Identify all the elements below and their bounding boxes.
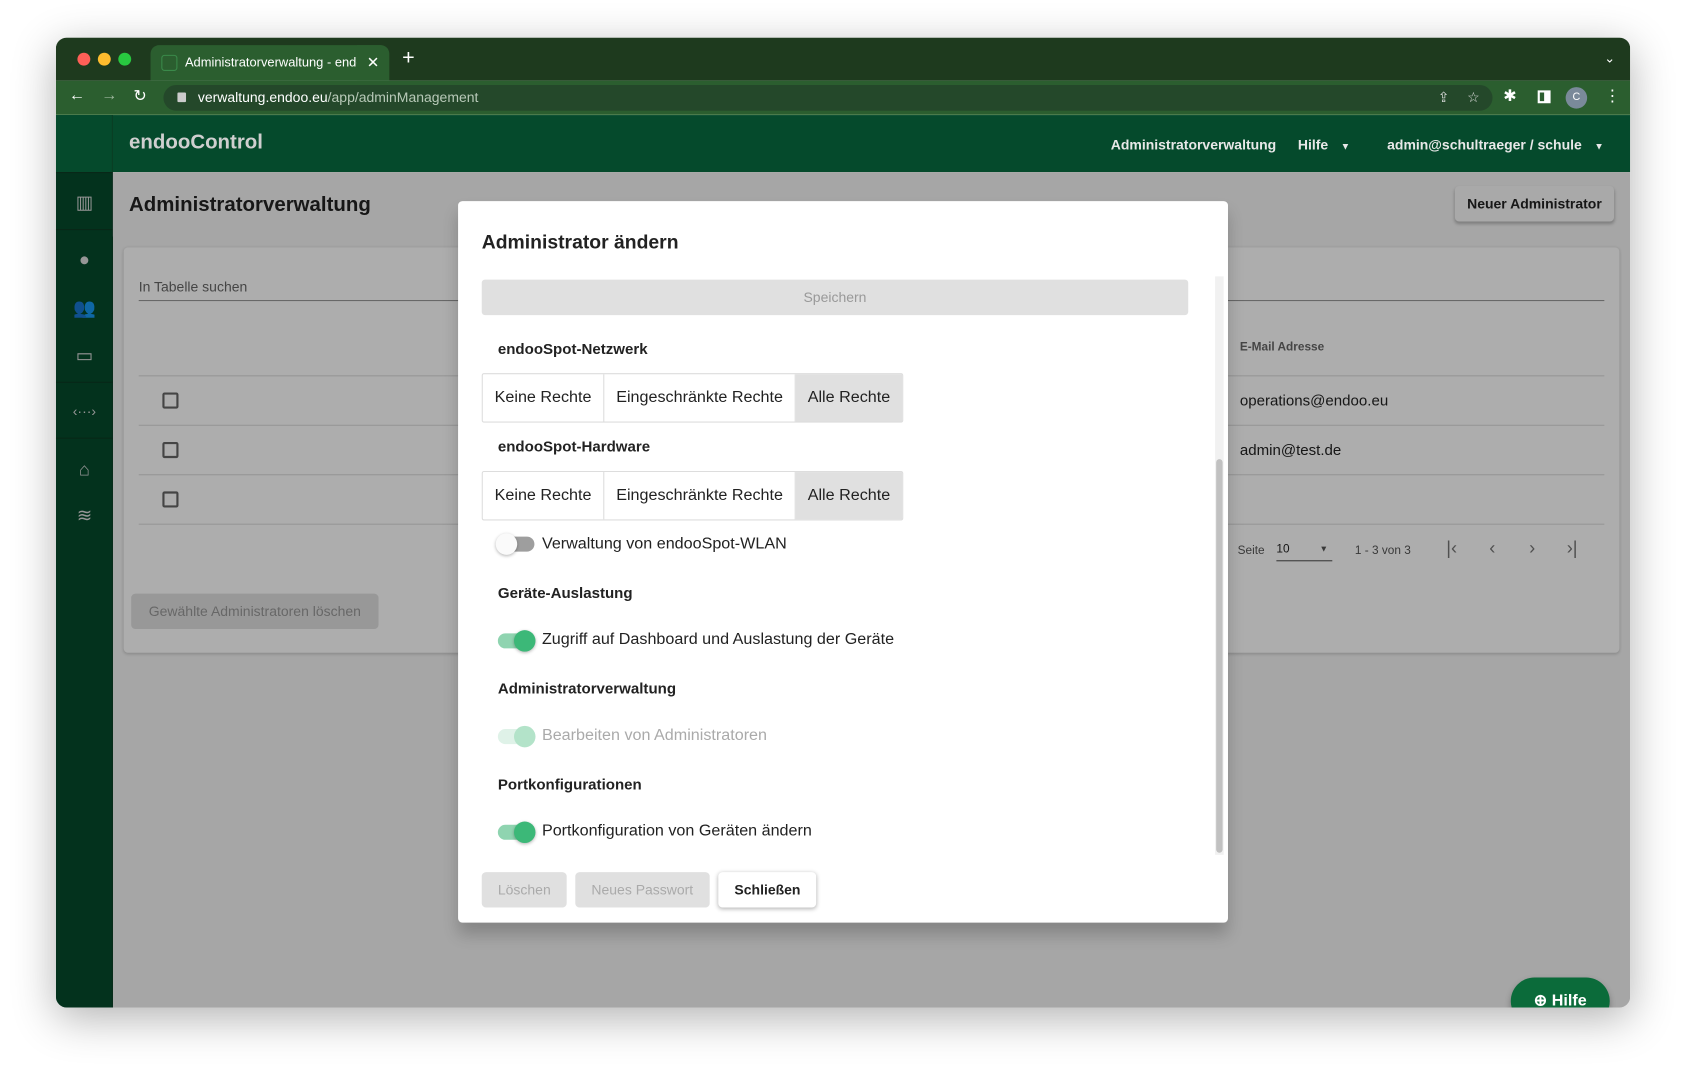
lock-icon (177, 92, 187, 103)
new-tab-button[interactable]: + (402, 46, 415, 71)
share-icon[interactable]: ⇪ (1438, 85, 1450, 111)
wlan-toggle[interactable] (495, 533, 535, 555)
nav-help-menu[interactable]: Hilfe ▼ (1298, 137, 1350, 153)
section-title-hardware: endooSpot-Hardware (497, 437, 651, 455)
network-no-rights-option[interactable]: Keine Rechte (483, 374, 605, 422)
minimize-window-button[interactable] (97, 52, 111, 66)
browser-toolbar: ← → ↻ verwaltung.endoo.eu/app/adminManag… (55, 80, 1631, 116)
help-fab-button[interactable]: ⊕ Hilfe (1510, 977, 1610, 1008)
profile-avatar[interactable]: C (1565, 87, 1588, 109)
lifebuoy-icon: ⊕ (1533, 991, 1548, 1008)
url-path: /app/adminManagement (327, 89, 479, 106)
admins-toggle-label: Bearbeiten von Administratoren (541, 725, 768, 745)
nav-help-label: Hilfe (1297, 136, 1329, 153)
tab-list-chevron-icon[interactable]: ⌄ (1604, 51, 1615, 66)
delete-admin-button[interactable]: Löschen (481, 872, 567, 908)
help-fab-label: Hilfe (1551, 991, 1587, 1008)
chevron-down-icon: ▼ (1594, 140, 1604, 152)
hardware-limited-rights-option[interactable]: Eingeschränkte Rechte (604, 472, 796, 520)
hardware-no-rights-option[interactable]: Keine Rechte (483, 472, 605, 520)
edit-admin-dialog: Administrator ändern Speichern endooSpot… (458, 201, 1228, 923)
section-title-admins: Administratorverwaltung (497, 679, 677, 697)
network-limited-rights-option[interactable]: Eingeschränkte Rechte (604, 374, 796, 422)
new-password-button[interactable]: Neues Passwort (575, 872, 710, 908)
section-title-ports: Portkonfigurationen (497, 775, 642, 793)
devices-toggle-label: Zugriff auf Dashboard und Auslastung der… (541, 630, 895, 649)
browser-menu-icon[interactable]: ⋮ (1604, 86, 1620, 105)
sidepanel-icon[interactable] (1537, 90, 1551, 104)
maximize-window-button[interactable] (118, 52, 132, 66)
section-title-network: endooSpot-Netzwerk (497, 339, 648, 357)
section-title-devices: Geräte-Auslastung (497, 583, 633, 602)
scrollbar-thumb[interactable] (1216, 459, 1223, 853)
nav-admin-link[interactable]: Administratorverwaltung (1111, 137, 1276, 153)
main-content: Administratorverwaltung Neuer Administra… (55, 172, 1631, 1008)
browser-tab[interactable]: Administratorverwaltung - endoo ✕ (150, 45, 390, 81)
close-tab-icon[interactable]: ✕ (356, 45, 390, 81)
url-host: verwaltung.endoo.eu (197, 89, 328, 106)
back-icon[interactable]: ← (69, 86, 85, 104)
close-dialog-button[interactable]: Schließen (718, 872, 817, 908)
wlan-toggle-label: Verwaltung von endooSpot-WLAN (541, 534, 787, 553)
nav-user-menu[interactable]: admin@schultraeger / schule ▼ (1387, 137, 1604, 153)
tab-strip: Administratorverwaltung - endoo ✕ + ⌄ (55, 37, 1631, 81)
reload-icon[interactable]: ↻ (133, 86, 147, 105)
close-window-button[interactable] (77, 52, 91, 66)
favicon-icon (161, 54, 178, 71)
address-bar[interactable]: verwaltung.endoo.eu/app/adminManagement … (163, 84, 1493, 111)
hardware-rights-toggle-group: Keine Rechte Eingeschränkte Rechte Alle … (481, 470, 904, 521)
nav-user-label: admin@schultraeger / schule (1387, 136, 1582, 153)
dialog-title: Administrator ändern (481, 231, 679, 253)
devices-toggle[interactable] (497, 630, 536, 652)
tab-title: Administratorverwaltung - endoo (184, 54, 371, 70)
extensions-icon[interactable]: ✱ (1503, 86, 1517, 105)
admins-toggle (497, 725, 536, 748)
dialog-scrollbar[interactable] (1215, 276, 1224, 855)
browser-window: Administratorverwaltung - endoo ✕ + ⌄ ← … (55, 37, 1631, 1008)
chevron-down-icon: ▼ (1340, 140, 1351, 152)
forward-icon[interactable]: → (101, 86, 117, 104)
app-name[interactable]: endooControl (129, 131, 263, 155)
hardware-all-rights-option[interactable]: Alle Rechte (795, 472, 903, 520)
ports-toggle-label: Portkonfiguration von Geräten ändern (541, 821, 812, 840)
save-button[interactable]: Speichern (481, 279, 1189, 316)
ports-toggle[interactable] (497, 821, 536, 844)
bookmark-star-icon[interactable]: ☆ (1467, 85, 1480, 111)
network-all-rights-option[interactable]: Alle Rechte (795, 374, 903, 422)
network-rights-toggle-group: Keine Rechte Eingeschränkte Rechte Alle … (481, 373, 904, 423)
